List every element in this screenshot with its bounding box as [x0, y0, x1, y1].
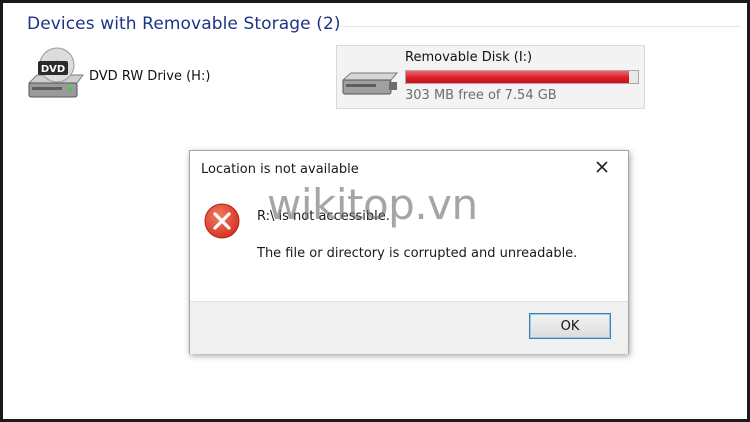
capacity-bar	[405, 70, 639, 84]
group-header[interactable]: Devices with Removable Storage (2)	[27, 14, 341, 34]
capacity-bar-fill	[406, 71, 629, 83]
error-dialog: Location is not available R:\ is not acc…	[189, 150, 629, 354]
error-icon	[204, 203, 240, 239]
dialog-body: R:\ is not accessible. The file or direc…	[190, 189, 628, 301]
dvd-badge: DVD	[41, 64, 65, 75]
usb-drive-icon	[341, 72, 399, 95]
dialog-footer: OK	[190, 301, 628, 354]
ok-button[interactable]: OK	[529, 313, 611, 339]
error-message-line2: The file or directory is corrupted and u…	[257, 246, 578, 261]
error-message-line1: R:\ is not accessible.	[257, 209, 390, 224]
device-removable-disk[interactable]: Removable Disk (I:) 303 MB free of 7.54 …	[336, 45, 645, 109]
group-divider	[341, 26, 741, 27]
close-button[interactable]	[590, 155, 614, 179]
close-icon	[596, 161, 608, 173]
removable-disk-label: Removable Disk (I:)	[405, 50, 533, 65]
free-space-text: 303 MB free of 7.54 GB	[405, 88, 557, 103]
dvd-drive-icon: DVD	[27, 47, 84, 98]
dialog-title: Location is not available	[201, 162, 359, 177]
dvd-drive-label: DVD RW Drive (H:)	[89, 69, 211, 84]
device-dvd-drive[interactable]: DVD DVD RW Drive (H:)	[23, 45, 323, 105]
